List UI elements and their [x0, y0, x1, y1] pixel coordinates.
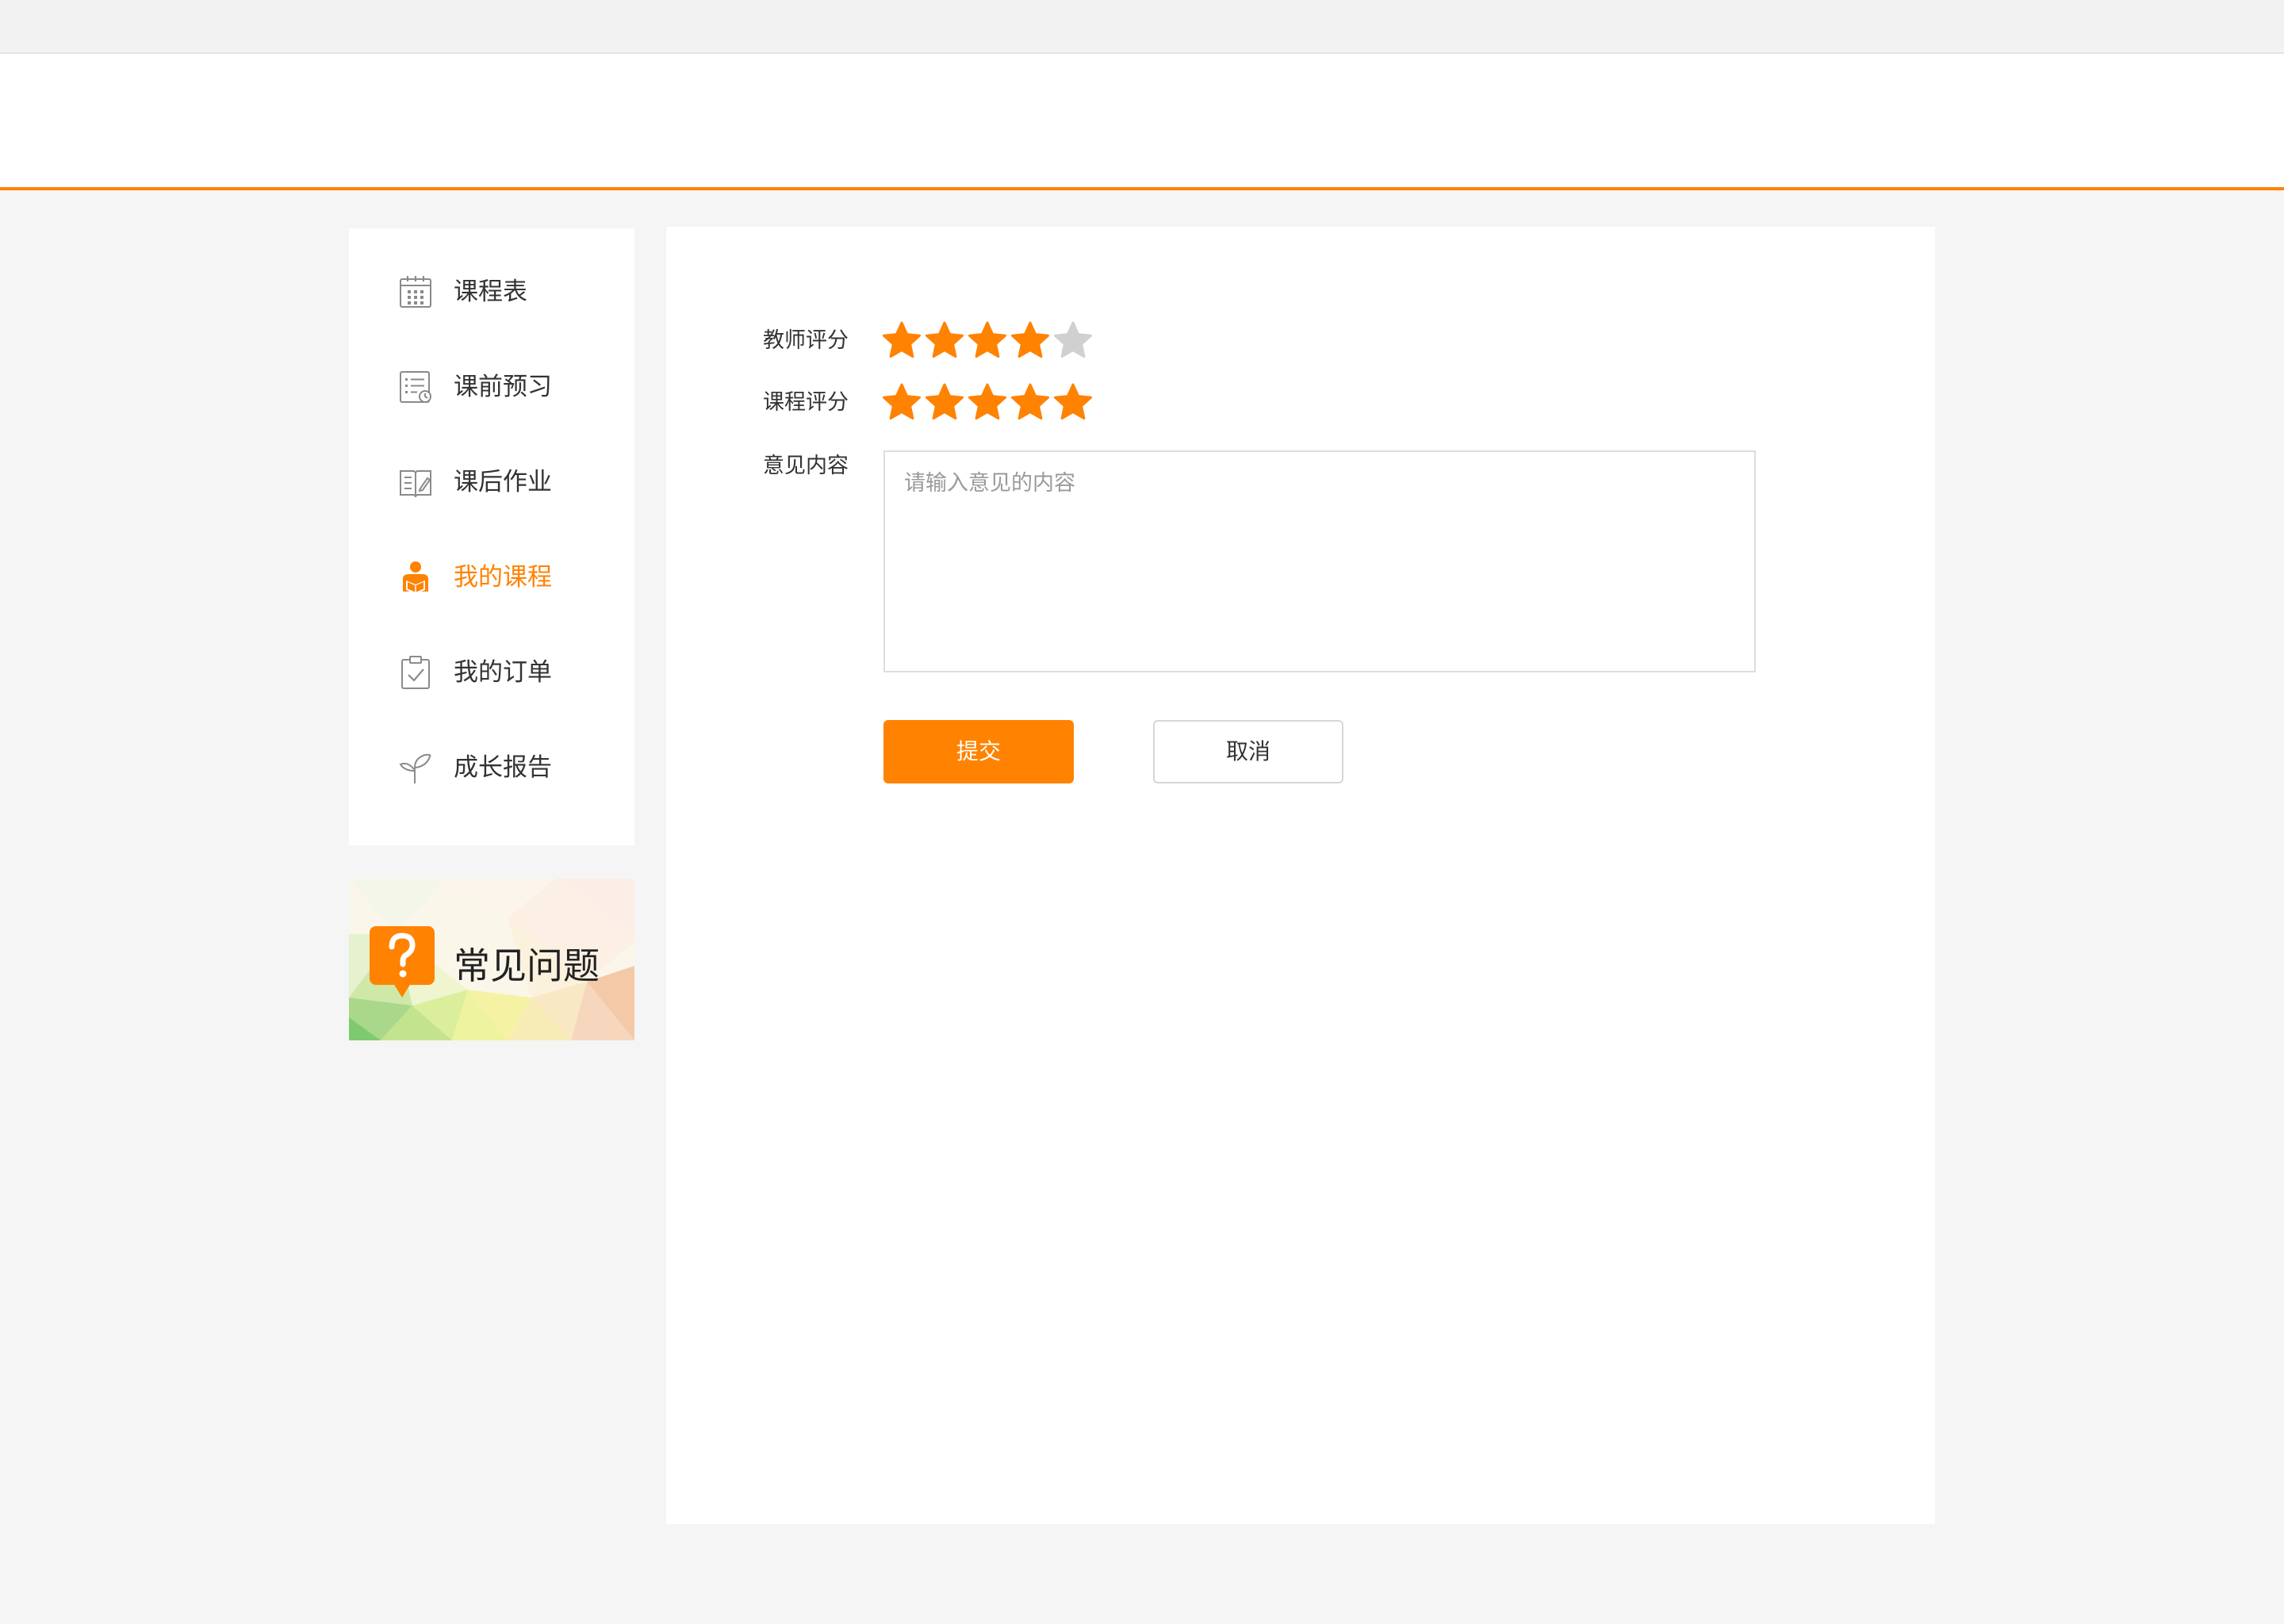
- sidebar-item-label: 我的订单: [454, 658, 552, 687]
- sidebar-nav: 课程表 课前预习 课后作业 我的课程 我的订单 成长报告: [349, 228, 634, 845]
- book-edit-icon: [400, 470, 431, 498]
- faq-banner[interactable]: 常见问题: [349, 879, 634, 1040]
- faq-label: 常见问题: [454, 944, 600, 987]
- teacher-rating-star-empty-icon[interactable]: [1052, 320, 1094, 358]
- teacher-rating-label: 教师评分: [763, 328, 849, 353]
- sidebar-item-label: 课后作业: [454, 468, 552, 496]
- sidebar-item-my-orders[interactable]: 我的订单: [349, 625, 634, 720]
- sidebar-item-schedule[interactable]: 课程表: [349, 244, 634, 339]
- list-clock-icon: [400, 371, 431, 403]
- course-rating-stars[interactable]: [880, 382, 1094, 420]
- course-rating-star-filled-icon[interactable]: [1009, 382, 1052, 420]
- course-rating-star-filled-icon[interactable]: [923, 382, 966, 420]
- course-rating-star-filled-icon[interactable]: [1052, 382, 1094, 420]
- teacher-rating-star-filled-icon[interactable]: [1009, 320, 1052, 358]
- page-header: [0, 54, 2284, 190]
- course-rating-star-filled-icon[interactable]: [966, 382, 1009, 420]
- sidebar-item-homework[interactable]: 课后作业: [349, 435, 634, 530]
- submit-button[interactable]: 提交: [883, 720, 1074, 783]
- course-rating-star-filled-icon[interactable]: [880, 382, 923, 420]
- sidebar-item-label: 课前预习: [454, 373, 552, 401]
- teacher-rating-star-filled-icon[interactable]: [966, 320, 1009, 358]
- sidebar-item-label: 我的课程: [454, 563, 552, 592]
- sidebar-item-growth-report[interactable]: 成长报告: [349, 720, 634, 815]
- course-rating-label: 课程评分: [763, 390, 849, 415]
- cancel-button[interactable]: 取消: [1153, 720, 1343, 783]
- calendar-icon: [400, 276, 431, 308]
- course-evaluation-panel: 教师评分 课程评分 意见内容 提交 取消: [666, 227, 1935, 1524]
- teacher-rating-stars[interactable]: [880, 320, 1094, 358]
- sidebar-item-my-courses[interactable]: 我的课程: [349, 530, 634, 625]
- clipboard-check-icon: [401, 656, 430, 689]
- question-bubble-icon: [370, 926, 435, 998]
- feedback-label: 意见内容: [763, 454, 849, 478]
- feedback-textarea[interactable]: [883, 450, 1756, 672]
- sidebar-item-preview[interactable]: 课前预习: [349, 339, 634, 435]
- sidebar-item-label: 课程表: [454, 278, 527, 306]
- teacher-rating-star-filled-icon[interactable]: [923, 320, 966, 358]
- sidebar-item-label: 成长报告: [454, 753, 552, 782]
- teacher-rating-star-filled-icon[interactable]: [880, 320, 923, 358]
- browser-top-strip: [0, 0, 2284, 54]
- sprout-icon: [399, 753, 431, 783]
- student-icon: [403, 561, 428, 594]
